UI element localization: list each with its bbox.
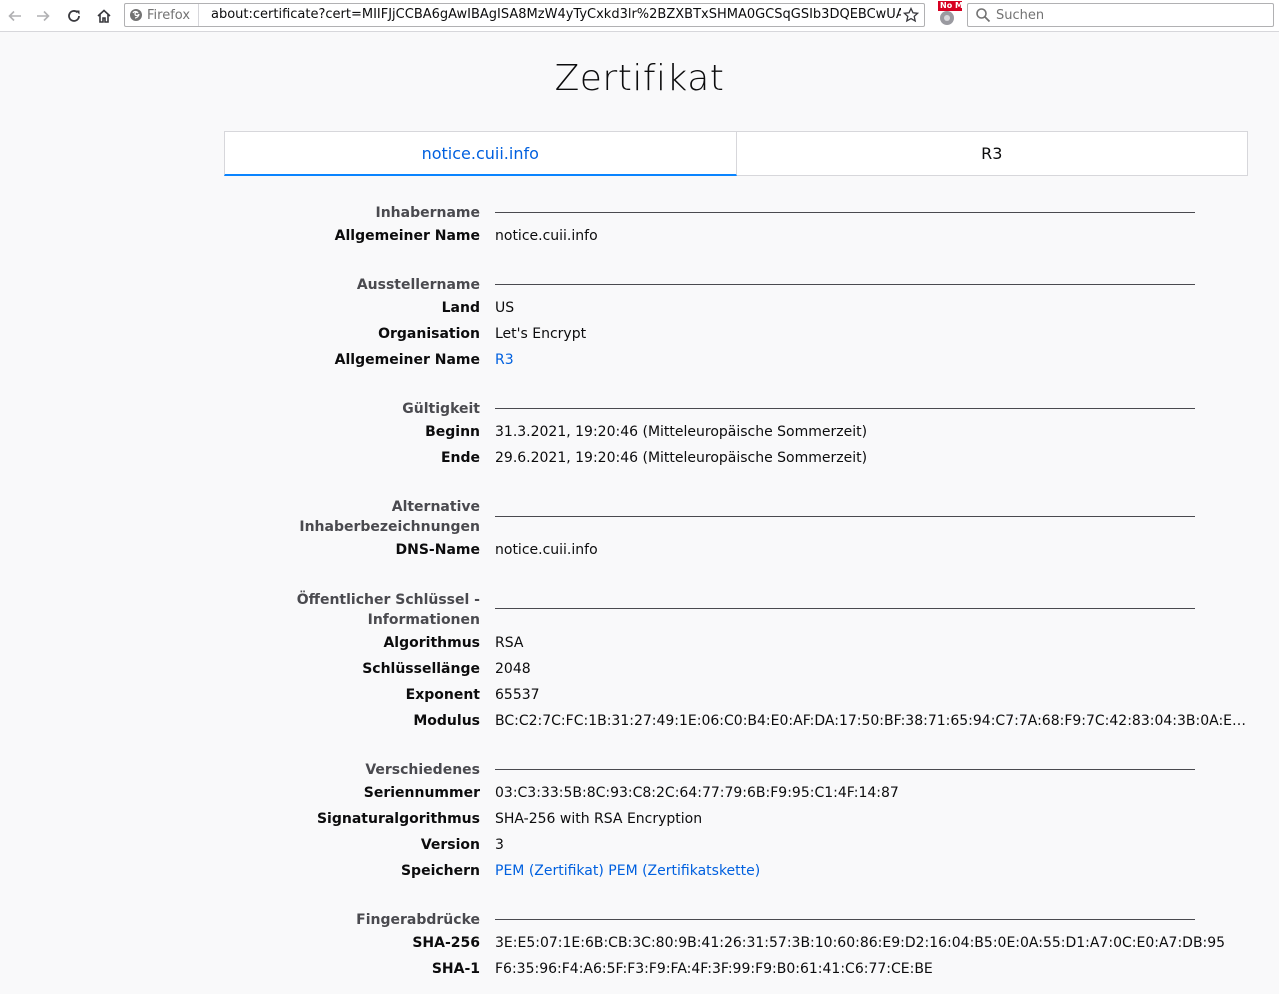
issuer-country-value: US [495, 300, 515, 316]
san-dns-value: notice.cuii.info [495, 542, 598, 558]
section-divider [495, 516, 1195, 517]
browser-toolbar: Firefox about:certificate?cert=MIIFJjCCB… [0, 0, 1279, 32]
back-button[interactable] [3, 4, 27, 28]
pubkey-algorithm-label: Algorithmus [383, 635, 480, 651]
home-button[interactable] [92, 4, 116, 28]
pubkey-algorithm-value: RSA [495, 635, 524, 651]
pubkey-keysize-label: Schlüssellänge [362, 661, 480, 677]
fingerprint-sha1-label: SHA-1 [431, 961, 480, 977]
validity-begin-value: 31.3.2021, 19:20:46 (Mitteleuropäische S… [495, 424, 868, 440]
forward-button[interactable] [31, 4, 55, 28]
san-dns-label: DNS-Name [395, 542, 480, 558]
extension-icon [940, 11, 954, 25]
section-divider [495, 408, 1195, 409]
page-title: Zertifikat [554, 58, 725, 99]
issuer-common-name-label: Allgemeiner Name [334, 352, 480, 368]
misc-serial-value: 03:C3:33:5B:8C:93:C8:2C:64:77:79:6B:F9:9… [495, 785, 899, 801]
misc-download-links: PEM (Zertifikat) PEM (Zertifikatskette) [495, 861, 1247, 881]
certificate-tabs: notice.cuii.info R3 [224, 131, 1248, 176]
extension-badge: No M [938, 1, 962, 11]
fingerprint-sha256-label: SHA-256 [412, 935, 480, 951]
reload-button[interactable] [62, 4, 86, 28]
section-title-fingerprints: Fingerabdrücke [356, 912, 480, 928]
firefox-icon [130, 9, 142, 21]
fingerprint-sha1-value: F6:35:96:F4:A6:5F:F3:F9:FA:4F:3F:99:F9:B… [495, 961, 933, 977]
issuer-organisation-value: Let's Encrypt [495, 326, 587, 342]
section-title-pubkey-line1: Öffentlicher Schlüssel - [296, 592, 480, 608]
back-arrow-icon [8, 10, 21, 22]
identity-label: Firefox [147, 7, 191, 23]
home-icon [97, 9, 111, 23]
pubkey-modulus-label: Modulus [413, 713, 480, 729]
validity-end-label: Ende [440, 450, 480, 466]
section-title-san-line2: Inhaberbezeichnungen [299, 519, 480, 535]
pubkey-keysize-value: 2048 [495, 661, 531, 677]
url-bar[interactable]: Firefox about:certificate?cert=MIIFJjCCB… [124, 3, 925, 27]
fingerprint-sha256-value: 3E:E5:07:1E:6B:CB:3C:80:9B:41:26:31:57:3… [495, 935, 1226, 951]
subject-common-name-value: notice.cuii.info [495, 228, 598, 244]
tab-r3[interactable]: R3 [736, 131, 1248, 176]
bookmark-star-button[interactable] [901, 5, 921, 25]
section-divider [495, 769, 1195, 770]
section-title-validity: Gültigkeit [402, 401, 480, 417]
extension-button[interactable]: No M [934, 1, 962, 28]
section-divider [495, 919, 1195, 920]
section-divider [495, 212, 1195, 213]
url-text[interactable]: about:certificate?cert=MIIFJjCCBA6gAwIBA… [211, 4, 901, 26]
section-title-subject: Inhabername [375, 205, 480, 221]
search-bar[interactable] [967, 3, 1274, 27]
misc-serial-label: Seriennummer [363, 785, 480, 801]
search-icon [976, 8, 991, 23]
section-divider [495, 608, 1195, 609]
section-title-misc: Verschiedenes [365, 762, 480, 778]
section-title-pubkey-line2: Informationen [367, 612, 480, 628]
tab-notice-cuii-info[interactable]: notice.cuii.info [224, 131, 737, 176]
pubkey-exponent-value: 65537 [495, 687, 540, 703]
reload-icon [68, 10, 80, 22]
validity-begin-label: Beginn [425, 424, 480, 440]
misc-sigalg-value: SHA-256 with RSA Encryption [495, 811, 703, 827]
star-icon [903, 7, 919, 23]
pubkey-exponent-label: Exponent [405, 687, 480, 703]
section-title-san-line1: Alternative [391, 499, 480, 515]
section-title-issuer: Ausstellername [356, 277, 480, 293]
download-pem-cert-link[interactable]: PEM (Zertifikat) [495, 863, 604, 879]
pubkey-modulus-value: BC:C2:7C:FC:1B:31:27:49:1E:06:C0:B4:E0:A… [495, 713, 1247, 729]
identity-box[interactable]: Firefox [129, 4, 200, 26]
misc-download-label: Speichern [400, 863, 480, 879]
search-input[interactable] [996, 4, 1266, 26]
misc-version-value: 3 [495, 837, 504, 853]
issuer-organisation-label: Organisation [378, 326, 480, 342]
download-pem-chain-link[interactable]: PEM (Zertifikatskette) [608, 863, 760, 879]
validity-end-value: 29.6.2021, 19:20:46 (Mitteleuropäische S… [495, 450, 868, 466]
subject-common-name-label: Allgemeiner Name [334, 228, 480, 244]
forward-arrow-icon [37, 10, 50, 22]
section-divider [495, 284, 1195, 285]
misc-version-label: Version [420, 837, 480, 853]
issuer-common-name-link[interactable]: R3 [495, 350, 1247, 370]
issuer-country-label: Land [441, 300, 480, 316]
misc-sigalg-label: Signaturalgorithmus [316, 811, 480, 827]
